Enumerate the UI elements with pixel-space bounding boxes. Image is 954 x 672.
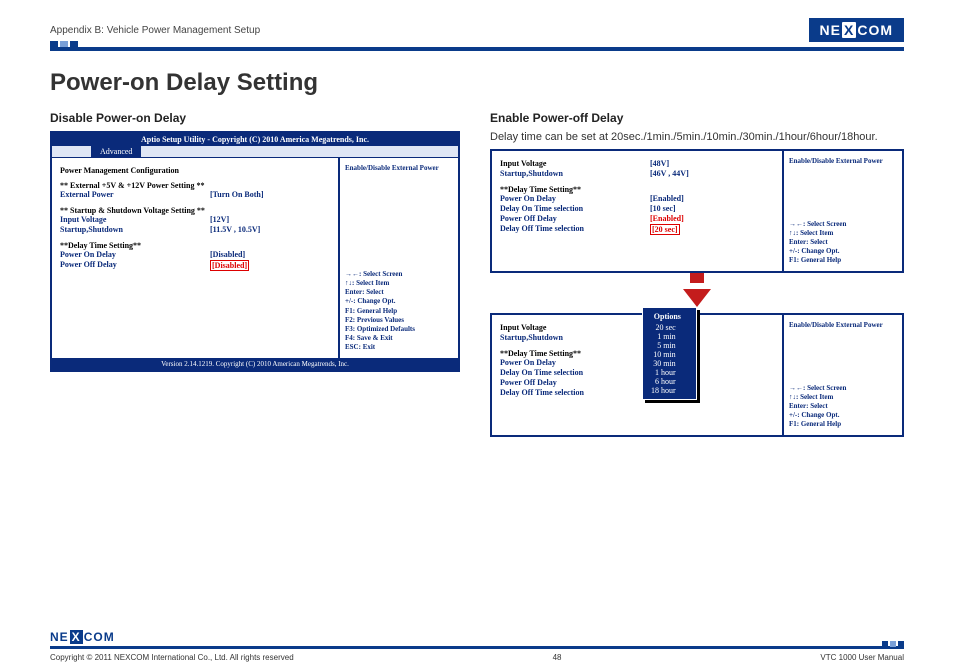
r1-dofts-label[interactable]: Delay Off Time selection xyxy=(500,224,650,235)
power-off-delay-label[interactable]: Power Off Delay xyxy=(60,260,210,271)
disable-heading: Disable Power-on Delay xyxy=(50,111,460,125)
power-on-delay-label[interactable]: Power On Delay xyxy=(60,250,210,259)
options-title: Options xyxy=(651,312,684,321)
arrow-down-icon xyxy=(490,273,904,307)
page-title: Power-on Delay Setting xyxy=(50,69,904,97)
external-power-value[interactable]: [Turn On Both] xyxy=(210,190,264,199)
option-item[interactable]: 30 min xyxy=(651,359,684,368)
external-power-label[interactable]: External Power xyxy=(60,190,210,199)
r1-input-voltage-label[interactable]: Input Voltage xyxy=(500,159,650,168)
power-off-delay-value[interactable]: [Disabled] xyxy=(210,260,249,271)
ext-power-setting-header: ** External +5V & +12V Power Setting ** xyxy=(60,181,330,190)
bios-titlebar: Aptio Setup Utility - Copyright (C) 2010… xyxy=(52,133,458,146)
header-rule xyxy=(50,47,904,51)
manual-name: VTC 1000 User Manual xyxy=(820,653,904,662)
bios-panel-right-1: Input Voltage[48V] Startup,Shutdown[46V … xyxy=(490,149,904,273)
r1-dts-header: **Delay Time Setting** xyxy=(500,185,774,194)
r2-donts-label[interactable]: Delay On Time selection xyxy=(500,368,650,377)
r1-poff-value[interactable]: [Enabled] xyxy=(650,214,684,223)
r2-input-voltage-label[interactable]: Input Voltage xyxy=(500,323,650,332)
bios-version: Version 2.14.1219. Copyright (C) 2010 Am… xyxy=(52,358,458,370)
bios-panel-right-2: Input Voltage Startup,Shutdown **Delay T… xyxy=(490,313,904,437)
copyright: Copyright © 2011 NEXCOM International Co… xyxy=(50,653,294,662)
r1-pon-label[interactable]: Power On Delay xyxy=(500,194,650,203)
tab-advanced[interactable]: Advanced xyxy=(92,146,141,157)
r1-key-help: →←: Select Screen↑↓: Select ItemEnter: S… xyxy=(789,220,897,265)
startup-shutdown-label[interactable]: Startup,Shutdown xyxy=(60,225,210,234)
options-popup[interactable]: Options 20 sec 1 min 5 min 10 min 30 min… xyxy=(642,307,697,400)
input-voltage-value[interactable]: [12V] xyxy=(210,215,229,224)
side-hint: Enable/Disable External Power xyxy=(345,164,453,172)
footer-logo: NEXCOM xyxy=(50,630,904,644)
bios-panel-left: Aptio Setup Utility - Copyright (C) 2010… xyxy=(50,131,460,372)
input-voltage-label[interactable]: Input Voltage xyxy=(60,215,210,224)
option-item[interactable]: 1 min xyxy=(651,332,684,341)
delay-time-header: **Delay Time Setting** xyxy=(60,241,330,250)
r1-startup-shutdown-label[interactable]: Startup,Shutdown xyxy=(500,169,650,178)
option-item[interactable]: 18 hour xyxy=(651,386,684,395)
footer-rule xyxy=(50,646,904,649)
nexcom-logo: NEXCOM xyxy=(809,18,904,42)
r1-pon-value[interactable]: [Enabled] xyxy=(650,194,684,203)
power-on-delay-value[interactable]: [Disabled] xyxy=(210,250,245,259)
r1-donts-label[interactable]: Delay On Time selection xyxy=(500,204,650,213)
enable-desc: Delay time can be set at 20sec./1min./5m… xyxy=(490,131,904,143)
r1-dofts-value[interactable]: [20 sec] xyxy=(650,224,680,235)
r2-dofts-label[interactable]: Delay Off Time selection xyxy=(500,388,650,397)
r2-poff-label[interactable]: Power Off Delay xyxy=(500,378,650,387)
option-item[interactable]: 20 sec xyxy=(651,323,684,332)
pm-config-header: Power Management Configuration xyxy=(60,166,330,175)
startup-shutdown-header: ** Startup & Shutdown Voltage Setting ** xyxy=(60,206,330,215)
r1-poff-label[interactable]: Power Off Delay xyxy=(500,214,650,223)
enable-heading: Enable Power-off Delay xyxy=(490,111,904,125)
startup-shutdown-value[interactable]: [11.5V , 10.5V] xyxy=(210,225,260,234)
appendix-title: Appendix B: Vehicle Power Management Set… xyxy=(50,25,260,36)
r2-dts-header: **Delay Time Setting** xyxy=(500,349,774,358)
r2-key-help: →←: Select Screen↑↓: Select ItemEnter: S… xyxy=(789,384,897,429)
r2-startup-shutdown-label[interactable]: Startup,Shutdown xyxy=(500,333,650,342)
option-item[interactable]: 6 hour xyxy=(651,377,684,386)
option-item[interactable]: 1 hour xyxy=(651,368,684,377)
r1-side-hint: Enable/Disable External Power xyxy=(789,157,897,165)
r1-startup-shutdown-value[interactable]: [46V , 44V] xyxy=(650,169,689,178)
r2-side-hint: Enable/Disable External Power xyxy=(789,321,897,329)
option-item[interactable]: 5 min xyxy=(651,341,684,350)
r1-input-voltage-value[interactable]: [48V] xyxy=(650,159,669,168)
r1-donts-value[interactable]: [10 sec] xyxy=(650,204,676,213)
option-item[interactable]: 10 min xyxy=(651,350,684,359)
r2-pon-label[interactable]: Power On Delay xyxy=(500,358,650,367)
page-number: 48 xyxy=(553,653,562,662)
key-help: →←: Select Screen↑↓: Select ItemEnter: S… xyxy=(345,270,453,352)
